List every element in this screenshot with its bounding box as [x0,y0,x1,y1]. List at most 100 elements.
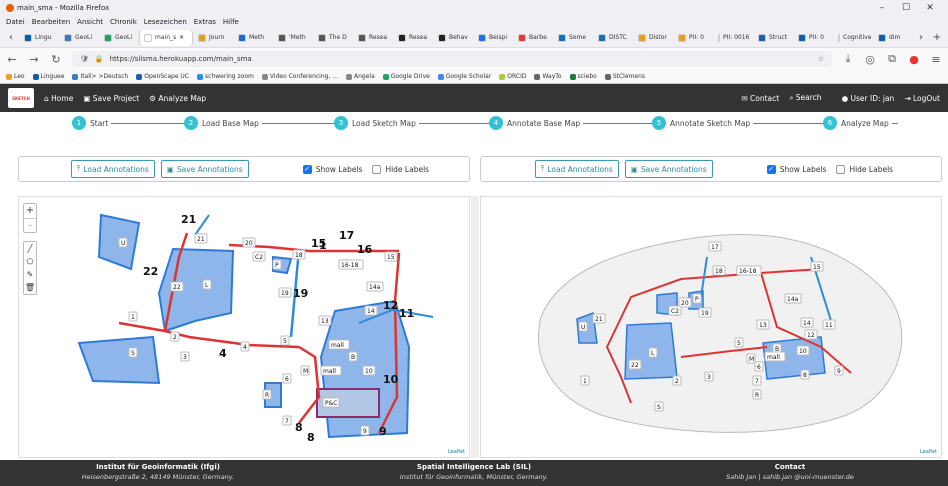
nav-home[interactable]: ⌂ Home [44,94,73,103]
browser-tab[interactable]: PII: 0 [794,30,832,46]
leaflet-attribution[interactable]: Leaflet [448,449,465,455]
bookmark-item[interactable]: Leo [6,73,25,80]
browser-tab[interactable]: Beispi [474,30,512,46]
map-label[interactable]: 10 [365,368,373,375]
map-label[interactable]: 13 [321,318,329,325]
browser-tab[interactable]: Some [554,30,592,46]
step-6[interactable]: 6 Analyze Map [823,116,892,130]
map-label[interactable]: U [121,240,125,247]
map-label[interactable]: C2 [671,308,679,315]
forward-icon[interactable]: → [28,53,40,66]
delete-layers-icon[interactable]: 🗑 [24,281,36,294]
hide-labels-checkbox-right[interactable]: Hide Labels [836,164,893,174]
map-label[interactable]: 15 [813,264,821,271]
base-map-canvas[interactable]: 212120C215118171616-1815P19 19L2222U123 4 4… [19,197,470,458]
nav-contact[interactable]: ✉ Contact [741,94,779,103]
browser-tab[interactable]: Cognitive [834,30,872,46]
map-label[interactable]: 7 [285,418,289,425]
map-label[interactable]: 20 [681,300,689,307]
map-label[interactable]: 1 [131,314,135,321]
map-label[interactable]: B [351,354,355,361]
menu-lesezeichen[interactable]: Lesezeichen [144,18,187,26]
map-label[interactable]: P [275,262,279,269]
show-labels-checkbox-right[interactable]: ✓ Show Labels [766,164,826,174]
map-label[interactable]: 14 [367,308,375,315]
hide-labels-checkbox-left[interactable]: Hide Labels [372,164,429,174]
bookmark-item[interactable]: ORCID [499,73,526,80]
load-annotations-button-left[interactable]: ⤒ Load Annotations [71,160,155,178]
zoom-in-button[interactable]: + [24,204,36,218]
edit-layers-icon[interactable]: ✎ [24,268,36,281]
map-label[interactable]: 17 [711,244,719,251]
draw-polygon-icon[interactable]: ⬠ [24,255,36,268]
back-icon[interactable]: ← [6,53,18,66]
map-label[interactable]: 16-18 [341,262,359,269]
browser-tab[interactable]: PII: 0016 [714,30,752,46]
bookmark-item[interactable]: Itali> >Deutsch [72,73,128,80]
bookmark-item[interactable]: Angela [346,73,375,80]
save-annotations-button-left[interactable]: ▣ Save Annotations [160,160,249,178]
nav-logout[interactable]: ⇥ LogOut [904,94,940,103]
nav-user[interactable]: ● User ID: jan [842,94,895,103]
map-label[interactable]: 8 [803,372,807,379]
bookmark-item[interactable]: Google Scholar [437,73,491,80]
map-label[interactable]: mall [331,342,344,349]
account-icon[interactable]: ◎ [864,53,876,66]
sketch-map-canvas[interactable]: 1718 16-18152120C2P19UL221 23S14a13 14 11125… [481,197,942,458]
map-label[interactable]: 20 [245,240,253,247]
map-label[interactable]: 14a [369,284,381,291]
bookmark-item[interactable]: WayTo [534,73,562,80]
map-label[interactable]: 15 [387,254,395,261]
zoom-out-button[interactable]: – [24,218,36,232]
polygon-S[interactable] [77,335,161,385]
bookmark-item[interactable]: sciebo [569,73,597,80]
map-label[interactable]: 6 [285,376,289,383]
sketch-map[interactable]: 17 18 16-18 15 21 20 C2 P 19 U L 22 1 2 3 S 14a 13 14 11 12 5… [480,196,942,458]
adblock-icon[interactable]: ● [908,53,920,66]
map-label[interactable]: 9 [363,428,367,435]
map-label[interactable]: 9 [837,368,841,375]
browser-tab[interactable]: Distor [634,30,672,46]
map-label[interactable]: 8 [307,431,315,444]
bookmark-item[interactable]: Linguee [32,73,64,80]
map-label[interactable]: 3 [183,354,187,361]
map-label[interactable]: 18 [295,252,303,259]
save-annotations-button-right[interactable]: ▣ Save Annotations [624,160,713,178]
step-5[interactable]: 5 Annotate Sketch Map [652,116,754,130]
map-label[interactable]: M [303,368,308,375]
downloads-icon[interactable]: ⤓ [842,52,854,66]
reload-icon[interactable]: ↻ [50,53,62,66]
map-label[interactable]: 21 [595,316,603,323]
browser-tab[interactable]: dim [874,30,912,46]
browser-tab[interactable]: Meth [234,30,272,46]
map-label[interactable]: M [749,356,754,363]
map-label[interactable]: P&C [325,400,338,407]
new-tab-button[interactable]: + [930,32,944,43]
browser-tab[interactable]: PII: 0 [674,30,712,46]
map-label[interactable]: 13 [759,322,767,329]
map-label[interactable]: 11 [825,322,833,329]
browser-tab[interactable]: DISTC [594,30,632,46]
tab-scroll-right-icon[interactable]: › [914,32,928,43]
menu-ansicht[interactable]: Ansicht [77,18,103,26]
step-4[interactable]: 4 Annotate Base Map [489,116,584,130]
map-label[interactable]: 14a [787,296,799,303]
map-label[interactable]: 8 [295,421,303,434]
bookmark-item[interactable]: OpenScape UC [136,73,189,80]
map-label[interactable]: R [265,392,269,399]
extensions-icon[interactable]: ⧉ [886,52,898,66]
browser-tab[interactable]: GeoLi [100,30,138,46]
bookmark-item[interactable]: Video Conferencing, ... [261,73,338,80]
map-label[interactable]: 6 [757,364,761,371]
map-label[interactable]: 16 [357,243,373,256]
vertical-scrollbar[interactable] [471,196,479,458]
browser-tab[interactable]: Lingu [20,30,58,46]
bookmark-star-icon[interactable]: ☆ [818,55,824,63]
map-label[interactable]: 9 [379,425,387,438]
menu-datei[interactable]: Datei [6,18,25,26]
map-label[interactable]: 19 [701,310,709,317]
map-label[interactable]: 19 [281,290,289,297]
map-label[interactable]: R [755,392,759,399]
leaflet-attribution[interactable]: Leaflet [920,449,937,455]
base-map[interactable]: 21 21 20 C2 15 1 18 17 16 16-18 15 P 19 19 L 22 22 U 1 2 3 4 4… [18,196,470,458]
